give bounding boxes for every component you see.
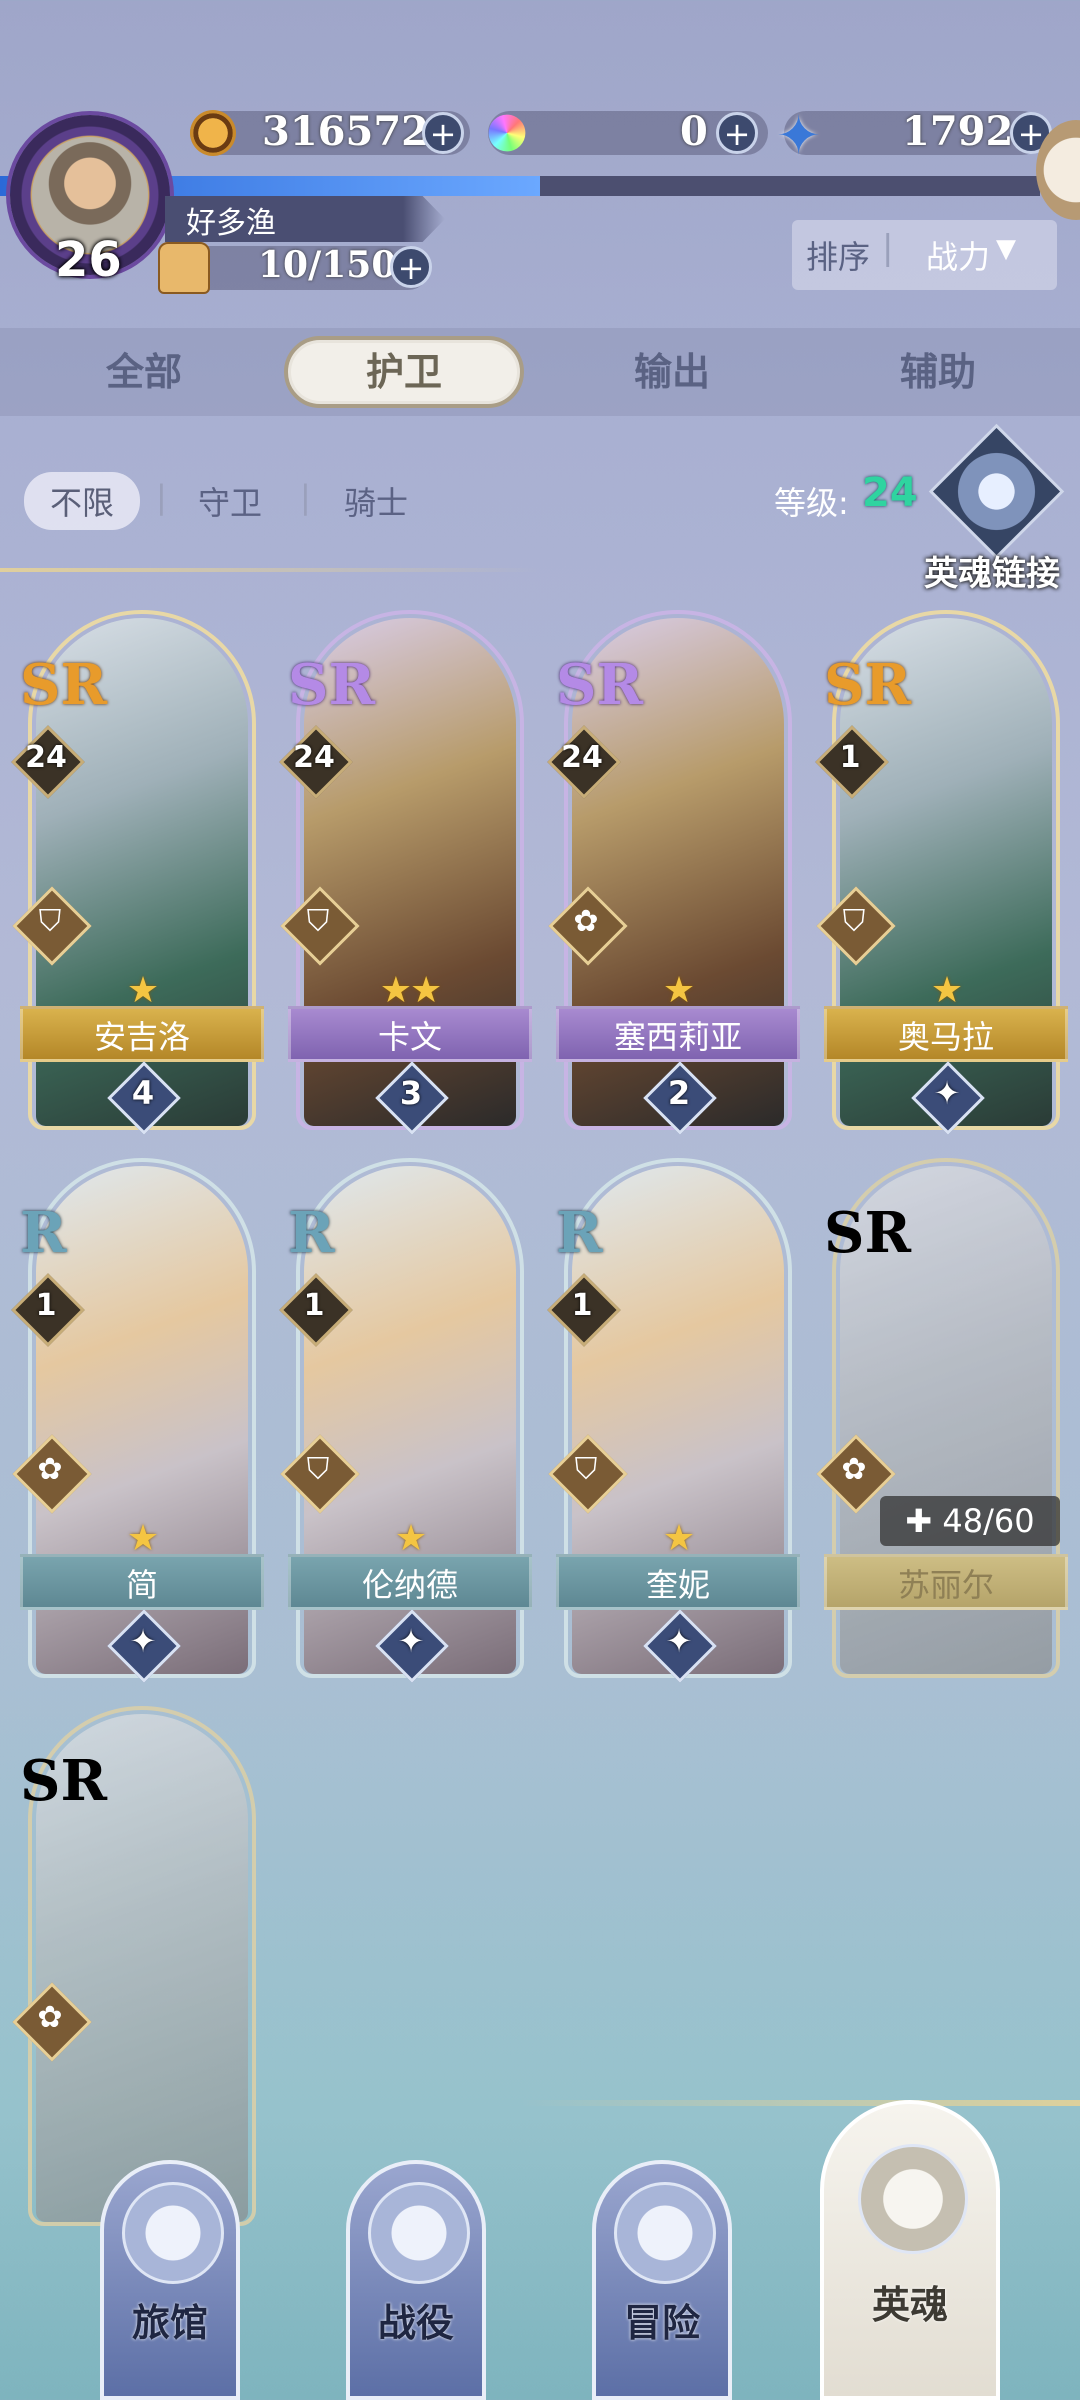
hero-name: 伦纳德	[288, 1554, 532, 1610]
star-rating: ★	[662, 1518, 695, 1559]
chevron-down-icon: ▼	[996, 234, 1016, 264]
hero-card[interactable]: R 1 ✿ ★ 简 ✦	[11, 1158, 264, 1698]
gem-amount: 0	[680, 108, 708, 155]
filter-all[interactable]: 不限	[24, 472, 141, 530]
star-rating: ★★	[379, 970, 443, 1011]
rarity-badge: R	[20, 1200, 67, 1266]
level-filter-label: 等级:	[774, 484, 849, 522]
hero-name: 安吉洛	[20, 1006, 264, 1062]
crystal-amount: 1792	[902, 108, 1014, 155]
hero-rank: ✦	[933, 1074, 961, 1112]
beer-mug-icon	[122, 2182, 224, 2284]
banner-icon	[368, 2182, 470, 2284]
hero-name: 卡文	[288, 1006, 532, 1062]
rose-icon: ✿	[573, 904, 599, 939]
gold-amount: 316572	[262, 108, 429, 155]
shard-progress: ✚ 48/60	[880, 1496, 1060, 1546]
eye-portal-icon	[614, 2182, 716, 2284]
hero-rank: 2	[667, 1074, 691, 1112]
blue-crystal-icon: ✦	[776, 104, 822, 167]
hero-level: 1	[571, 1288, 593, 1323]
rarity-badge: R	[288, 1200, 335, 1266]
nav-adventure[interactable]: 冒险	[592, 2160, 732, 2400]
filter-divider: |	[300, 478, 311, 516]
nav-campaign[interactable]: 战役	[346, 2160, 486, 2400]
hero-rank: 4	[131, 1074, 155, 1112]
add-stamina-button[interactable]: +	[390, 246, 432, 288]
filter-divider: |	[156, 478, 167, 516]
hero-level: 1	[839, 740, 861, 775]
hero-card[interactable]: SR 24 ⛉ ★★ 卡文 3	[279, 610, 532, 1150]
hero-level: 24	[25, 740, 67, 775]
hero-card[interactable]: R 1 ⛉ ★ 伦纳德 ✦	[279, 1158, 532, 1698]
sort-divider: |	[882, 228, 894, 268]
nav-adventure-label: 冒险	[623, 2301, 700, 2345]
hero-card[interactable]: SR ✿ ✚ 48/60 苏丽尔	[816, 1158, 1068, 1698]
soul-link-label[interactable]: 英魂链接	[924, 546, 1060, 595]
gold-coin-icon	[190, 110, 236, 156]
hero-level: 24	[293, 740, 335, 775]
nav-tavern[interactable]: 旅馆	[100, 2160, 240, 2400]
nav-heroes-label: 英魂	[871, 2283, 948, 2327]
nav-divider	[520, 2100, 1080, 2106]
tab-guardian[interactable]: 护卫	[284, 336, 524, 408]
shield-icon: ⛉	[842, 904, 866, 939]
shield-icon: ⛉	[574, 1452, 598, 1487]
soul-link-icon[interactable]	[928, 423, 1065, 560]
shield-icon: ⛉	[38, 904, 62, 939]
rose-icon: ✿	[37, 2000, 63, 2035]
hero-level: 1	[35, 1288, 57, 1323]
rarity-badge: SR	[556, 652, 643, 718]
hero-card[interactable]: SR 24 ✿ ★ 塞西莉亚 2	[547, 610, 800, 1150]
nav-heroes[interactable]: 英魂	[820, 2100, 1000, 2400]
level-filter-value[interactable]: 24	[862, 470, 918, 516]
star-rating: ★	[662, 970, 695, 1011]
divider-line	[0, 568, 540, 572]
rarity-badge: SR	[288, 652, 375, 718]
add-gems-button[interactable]: +	[716, 112, 758, 154]
rarity-badge: SR	[824, 1200, 911, 1266]
add-gold-button[interactable]: +	[422, 112, 464, 154]
player-name: 好多渔	[186, 206, 276, 241]
nav-campaign-label: 战役	[377, 2301, 454, 2345]
rose-icon	[858, 2144, 968, 2254]
player-level: 26	[55, 232, 122, 288]
hero-rank: ✦	[129, 1622, 157, 1660]
hero-name: 苏丽尔	[824, 1554, 1068, 1610]
hero-name: 奥马拉	[824, 1006, 1068, 1062]
hero-level: 24	[561, 740, 603, 775]
hero-rank: ✦	[397, 1622, 425, 1660]
tab-support[interactable]: 辅助	[818, 336, 1058, 408]
shield-icon: ⛉	[306, 1452, 330, 1487]
hero-name: 塞西莉亚	[556, 1006, 800, 1062]
hero-name: 简	[20, 1554, 264, 1610]
sort-label: 排序	[806, 238, 871, 276]
rarity-badge: R	[556, 1200, 603, 1266]
star-rating: ★	[126, 970, 159, 1011]
rose-icon: ✿	[841, 1452, 867, 1487]
shield-icon: ⛉	[306, 904, 330, 939]
tab-damage[interactable]: 输出	[552, 336, 792, 408]
hero-name: 奎妮	[556, 1554, 800, 1610]
bread-icon	[158, 242, 210, 294]
rarity-badge: SR	[824, 652, 911, 718]
rarity-badge: SR	[20, 1748, 107, 1814]
rarity-badge: SR	[20, 652, 107, 718]
hero-rank: 3	[399, 1074, 423, 1112]
stamina-value: 10/150	[258, 244, 397, 286]
filter-guard[interactable]: 守卫	[198, 478, 262, 524]
rose-icon: ✿	[37, 1452, 63, 1487]
star-rating: ★	[126, 1518, 159, 1559]
sort-value: 战力	[926, 238, 991, 276]
hero-rank: ✦	[665, 1622, 693, 1660]
hero-card[interactable]: SR 1 ⛉ ★ 奥马拉 ✦	[815, 610, 1068, 1150]
star-rating: ★	[930, 970, 963, 1011]
star-rating: ★	[394, 1518, 427, 1559]
filter-knight[interactable]: 骑士	[344, 478, 408, 524]
tab-all[interactable]: 全部	[24, 336, 264, 408]
hero-card[interactable]: SR 24 ⛉ ★ 安吉洛 4	[11, 610, 264, 1150]
hero-level: 1	[303, 1288, 325, 1323]
nav-tavern-label: 旅馆	[131, 2301, 208, 2345]
hero-card[interactable]: R 1 ⛉ ★ 奎妮 ✦	[547, 1158, 800, 1698]
